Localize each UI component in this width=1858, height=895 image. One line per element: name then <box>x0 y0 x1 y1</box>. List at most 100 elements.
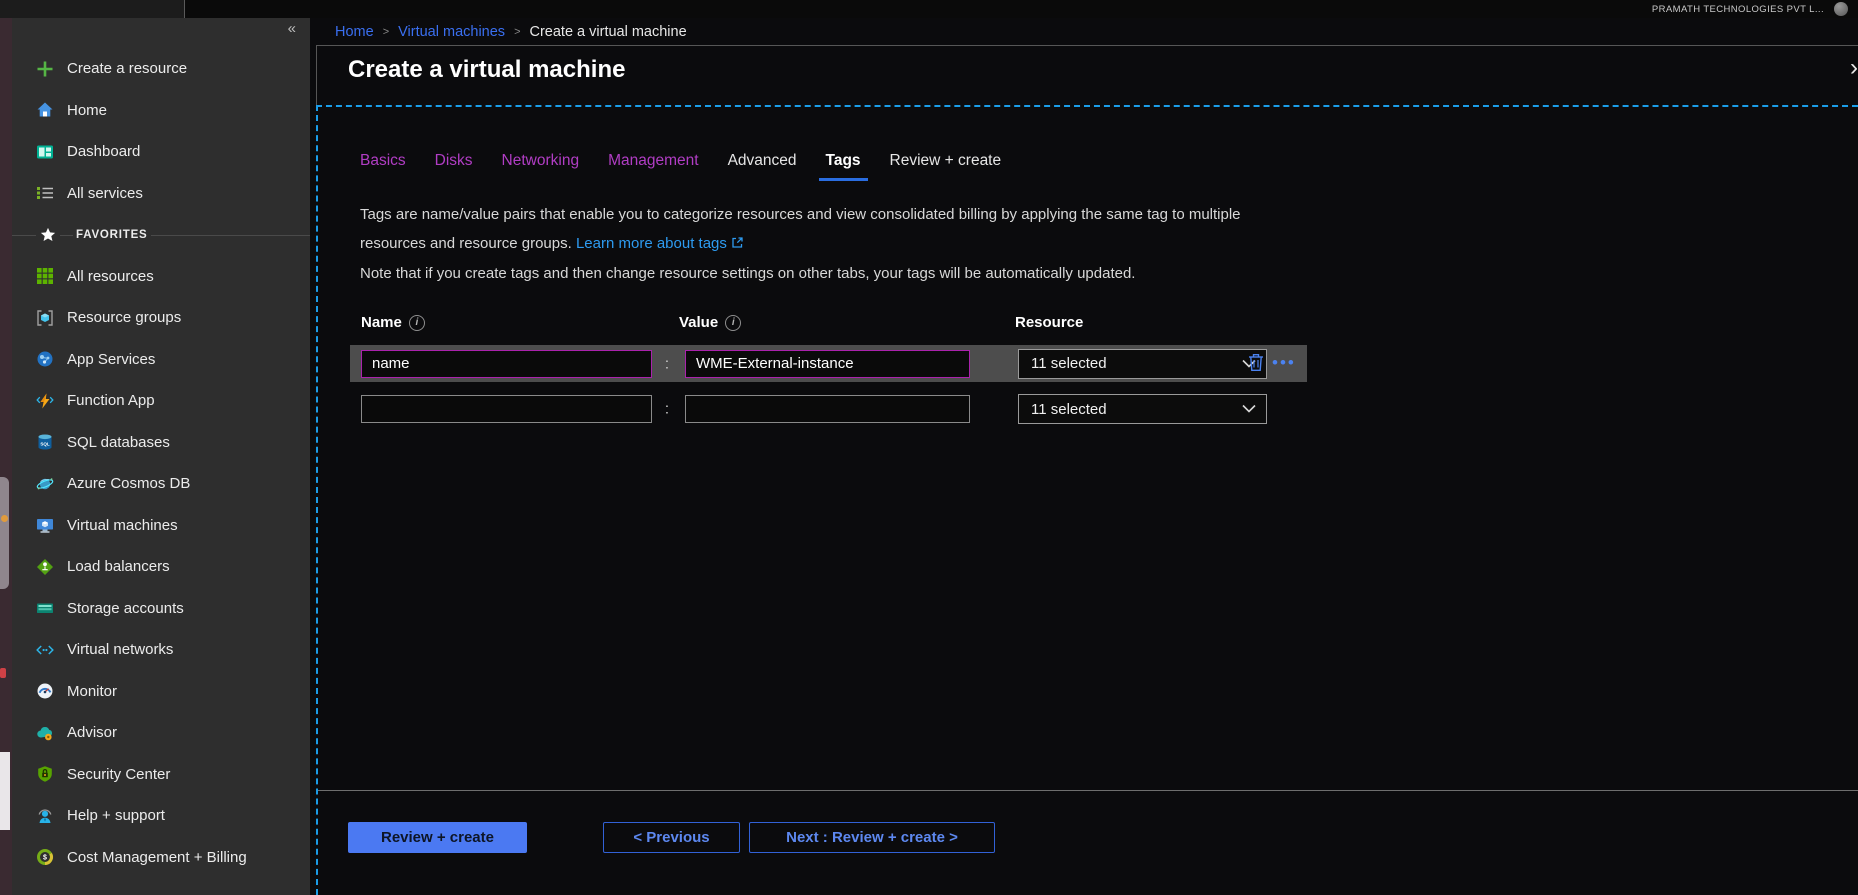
sidebar-item-load-balancers[interactable]: Load balancers <box>12 546 310 588</box>
monitor-icon <box>36 682 54 700</box>
name-column-header: Namei <box>361 314 425 331</box>
sidebar-item-sql-databases[interactable]: SQL SQL databases <box>12 422 310 464</box>
sidebar-item-monitor[interactable]: Monitor <box>12 671 310 713</box>
delete-row-button[interactable] <box>1247 352 1265 375</box>
sidebar-nav: Create a resource Home Dashboard All ser… <box>12 18 310 878</box>
tab-basics[interactable]: Basics <box>360 152 406 181</box>
expand-chevron-icon[interactable]: › <box>1850 56 1858 80</box>
top-bar: PRAMATH TECHNOLOGIES PVT L... <box>0 0 1858 18</box>
sidebar-item-resource-groups[interactable]: Resource groups <box>12 297 310 339</box>
dashboard-icon <box>36 143 54 161</box>
sidebar-item-virtual-networks[interactable]: Virtual networks <box>12 629 310 671</box>
svg-text:$: $ <box>43 855 47 862</box>
sidebar-item-security-center[interactable]: Security Center <box>12 754 310 796</box>
background-blob <box>0 477 9 589</box>
sidebar-item-azure-cosmos-db[interactable]: Azure Cosmos DB <box>12 463 310 505</box>
review-create-button[interactable]: Review + create <box>348 822 527 853</box>
sidebar-item-cost-management-billing[interactable]: $ Cost Management + Billing <box>12 837 310 879</box>
sidebar-section-favorites: FAVORITES <box>12 214 310 256</box>
wizard-tabs: Basics Disks Networking Management Advan… <box>360 152 1001 181</box>
plus-icon <box>36 60 54 78</box>
home-icon <box>36 101 54 119</box>
sidebar-item-all-resources[interactable]: All resources <box>12 256 310 298</box>
sql-databases-icon: SQL <box>36 433 54 451</box>
virtual-networks-icon <box>36 641 54 659</box>
tab-disks[interactable]: Disks <box>435 152 473 181</box>
previous-button[interactable]: < Previous <box>603 822 740 853</box>
top-bar-left-segment <box>0 0 185 18</box>
account-menu[interactable]: PRAMATH TECHNOLOGIES PVT L... <box>1652 0 1848 18</box>
tag-value-input[interactable] <box>685 350 970 378</box>
sidebar-item-storage-accounts[interactable]: Storage accounts <box>12 588 310 630</box>
table-headers: Namei Valuei Resource <box>318 314 1858 334</box>
help-support-icon <box>36 807 54 825</box>
tag-value-input-empty[interactable] <box>685 395 970 423</box>
sidebar-item-create-a-resource[interactable]: Create a resource <box>12 48 310 90</box>
cosmos-db-icon <box>36 475 54 493</box>
learn-more-link[interactable]: Learn more about tags <box>576 235 744 252</box>
svg-text:SQL: SQL <box>40 442 50 447</box>
virtual-machines-icon <box>36 516 54 534</box>
function-app-icon <box>36 392 54 410</box>
app-services-icon <box>36 350 54 368</box>
avatar <box>1834 2 1848 16</box>
storage-accounts-icon <box>36 599 54 617</box>
resource-dropdown[interactable]: 11 selected <box>1018 349 1267 379</box>
sidebar-item-dashboard[interactable]: Dashboard <box>12 131 310 173</box>
tag-name-input-empty[interactable] <box>361 395 652 423</box>
content-area: Home > Virtual machines > Create a virtu… <box>310 18 1858 895</box>
info-icon[interactable]: i <box>409 315 425 331</box>
resource-column-header: Resource <box>1015 314 1083 331</box>
background-window-strip <box>0 18 12 895</box>
tab-networking[interactable]: Networking <box>502 152 580 181</box>
account-name: PRAMATH TECHNOLOGIES PVT L... <box>1652 4 1824 15</box>
background-orange-dot <box>1 515 8 522</box>
tags-note: Note that if you create tags and then ch… <box>360 265 1135 282</box>
tag-row: : 11 selected ••• <box>350 345 1307 382</box>
sidebar-item-function-app[interactable]: Function App <box>12 380 310 422</box>
background-red-dot <box>0 668 6 678</box>
sidebar-item-all-services[interactable]: All services <box>12 173 310 215</box>
advisor-icon <box>36 724 54 742</box>
value-column-header: Valuei <box>679 314 741 331</box>
tags-tab-panel: Basics Disks Networking Management Advan… <box>316 105 1858 895</box>
tab-management[interactable]: Management <box>608 152 698 181</box>
sidebar-item-help-support[interactable]: Help + support <box>12 795 310 837</box>
breadcrumb-virtual-machines[interactable]: Virtual machines <box>398 24 505 40</box>
external-link-icon <box>731 231 744 260</box>
chevron-down-icon <box>1242 405 1256 414</box>
footer-divider <box>318 790 1858 791</box>
azure-portal-screen: PRAMATH TECHNOLOGIES PVT L... « Create a… <box>0 0 1858 895</box>
background-white-rect <box>0 752 10 830</box>
tag-name-input[interactable] <box>361 350 652 378</box>
sidebar: « Create a resource Home Dashboard <box>12 18 310 895</box>
sidebar-item-virtual-machines[interactable]: Virtual machines <box>12 505 310 547</box>
sidebar-item-app-services[interactable]: App Services <box>12 339 310 381</box>
tab-review-create[interactable]: Review + create <box>890 152 1002 181</box>
sidebar-collapse-button[interactable]: « <box>288 20 296 37</box>
tab-advanced[interactable]: Advanced <box>728 152 797 181</box>
sidebar-item-advisor[interactable]: Advisor <box>12 712 310 754</box>
breadcrumb-separator: > <box>514 26 520 38</box>
panel-left-edge <box>316 45 317 105</box>
grid-icon <box>36 267 54 285</box>
resource-dropdown[interactable]: 11 selected <box>1018 394 1267 424</box>
tab-tags[interactable]: Tags <box>819 152 868 181</box>
next-button[interactable]: Next : Review + create > <box>749 822 995 853</box>
tags-description: Tags are name/value pairs that enable yo… <box>360 201 1295 259</box>
breadcrumb-separator: > <box>383 26 389 38</box>
breadcrumb-current: Create a virtual machine <box>530 24 687 40</box>
sidebar-item-home[interactable]: Home <box>12 90 310 132</box>
row-more-options-button[interactable]: ••• <box>1272 352 1296 372</box>
star-icon <box>36 224 60 246</box>
page-title: Create a virtual machine <box>348 56 625 84</box>
load-balancers-icon <box>36 558 54 576</box>
breadcrumb: Home > Virtual machines > Create a virtu… <box>316 18 1858 46</box>
name-value-separator: : <box>660 355 674 372</box>
breadcrumb-home[interactable]: Home <box>335 24 374 40</box>
trash-icon <box>1247 352 1265 375</box>
security-center-icon <box>36 765 54 783</box>
name-value-separator: : <box>660 401 674 418</box>
info-icon[interactable]: i <box>725 315 741 331</box>
all-services-icon <box>36 184 54 202</box>
